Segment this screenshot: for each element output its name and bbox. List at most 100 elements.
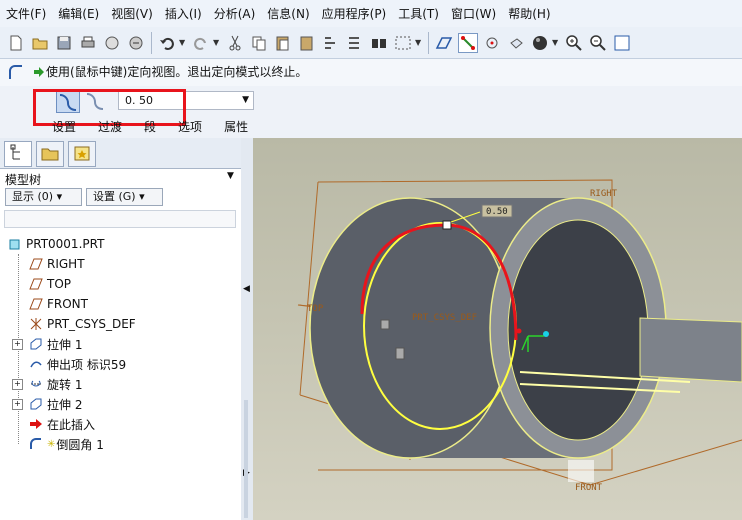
undo-dropdown-icon[interactable]: ▼ [179,38,187,47]
protrusion-icon [28,356,44,372]
tree-item-extrude-1[interactable]: 拉伸 1 [28,334,82,354]
undo-icon[interactable] [157,33,177,53]
paste-special-icon[interactable] [297,33,317,53]
main-toolbar: ▼ ▼ ▼ ▼ [0,27,742,59]
model-tree-title: 模型树 [5,173,42,187]
selection-dropdown-icon[interactable]: ▼ [415,38,423,47]
tree-item-insert-here[interactable]: 在此插入 [28,414,95,434]
datum-plane-icon [28,256,44,272]
refit-icon[interactable] [612,33,632,53]
menu-tools[interactable]: 工具(T) [392,5,445,22]
tree-item-csys[interactable]: PRT_CSYS_DEF [28,314,136,334]
menu-insert[interactable]: 插入(I) [159,5,208,22]
save-icon[interactable] [54,33,74,53]
tree-item-protrusion[interactable]: 伸出项 标识59 [28,354,126,374]
model-tree-tab[interactable] [4,141,32,167]
tree-icon [10,144,20,160]
collapse-left-icon[interactable]: ◀ [243,284,250,294]
menu-help[interactable]: 帮助(H) [502,5,556,22]
expand-icon[interactable]: + [12,379,23,390]
redo-icon[interactable] [191,33,211,53]
dashboard-tabs: 设置 过渡 段 选项 属性 [52,118,270,135]
shading-icon[interactable] [530,33,550,53]
menu-edit[interactable]: 编辑(E) [52,5,105,22]
round-icon [28,436,44,452]
toolbar-separator [428,31,429,54]
datum-label-right: RIGHT [590,189,618,199]
tree-item-round-1[interactable]: ✳ 倒圆角 1 [28,434,104,454]
extrude-icon [28,396,44,412]
expand-icon[interactable]: + [12,399,23,410]
tab-settings[interactable]: 设置 [52,118,76,135]
graphics-window[interactable]: 0.50 RIGHT TOP FRONT PRT_CSYS_DEF [253,138,742,520]
favorites-tab[interactable] [68,141,96,167]
folder-icon [41,148,59,161]
datum-plane-icon [28,296,44,312]
tree-item-label: 拉伸 2 [47,397,83,412]
tree-item-top[interactable]: TOP [28,274,71,294]
datum-label-top: TOP [307,304,324,314]
tree-item-extrude-2[interactable]: 拉伸 2 [28,394,82,414]
menu-file[interactable]: 文件(F) [0,5,52,22]
datum-plane-icon [28,276,44,292]
csys-icon [28,316,44,332]
tube-inner [507,219,649,441]
radius-dimension-label: 0.50 [486,207,508,217]
print-icon[interactable] [78,33,98,53]
tree-item-label: RIGHT [47,257,85,271]
paste-icon[interactable] [273,33,293,53]
find-icon[interactable] [369,33,389,53]
menu-window[interactable]: 窗口(W) [445,5,502,22]
csys-origin-marker [516,328,522,334]
regen-manager-icon[interactable] [345,33,365,53]
panel-splitter[interactable]: ◀ ▶ [241,138,253,520]
arrow-right-icon [34,67,44,77]
tree-item-label: 旋转 1 [47,377,83,392]
datum-axis-display-icon[interactable] [458,32,478,53]
menu-view[interactable]: 视图(V) [105,5,159,22]
tree-item-label: 在此插入 [47,417,96,432]
datum-point-display-icon[interactable] [482,33,502,53]
redo-dropdown-icon[interactable]: ▼ [213,38,221,47]
tree-item-front[interactable]: FRONT [28,294,88,314]
menu-info[interactable]: 信息(N) [261,5,315,22]
show-button[interactable]: 显示 (0) ▾ [5,188,82,206]
tree-item-right[interactable]: RIGHT [28,254,85,274]
tab-transitions[interactable]: 过渡 [98,118,122,135]
scrollbar-thumb[interactable] [244,400,248,518]
favorites-icon [74,146,90,161]
menu-analysis[interactable]: 分析(A) [208,5,262,22]
selection-box-icon[interactable] [393,33,413,53]
datum-label-front: FRONT [575,483,603,493]
tree-item-label: TOP [47,277,72,291]
shading-dropdown-icon[interactable]: ▼ [552,38,560,47]
new-feature-icon: ✳ [47,438,56,450]
side-pipe [639,317,742,383]
model-view[interactable]: 0.50 RIGHT TOP FRONT PRT_CSYS_DEF [253,138,742,520]
tab-options[interactable]: 选项 [178,118,202,135]
tab-properties[interactable]: 属性 [224,118,248,135]
tree-item-label: 倒圆角 1 [56,437,104,452]
email-icon[interactable] [126,33,146,53]
tree-item-revolve-1[interactable]: 旋转 1 [28,374,82,394]
copy-icon[interactable] [249,33,269,53]
folder-browser-tab[interactable] [36,141,64,167]
menu-applications[interactable]: 应用程序(P) [316,5,393,22]
zoom-in-icon[interactable] [564,33,584,53]
new-file-icon[interactable] [6,33,26,53]
datum-plane-display-icon[interactable] [434,33,454,53]
open-folder-icon[interactable] [30,33,50,53]
csys-display-icon[interactable] [506,33,526,53]
revolve-icon [28,376,44,392]
zoom-out-icon[interactable] [588,33,608,53]
chevron-down-icon[interactable]: ▼ [227,171,234,181]
settings-button[interactable]: 设置 (G) ▾ [86,188,163,206]
tree-item-part[interactable]: PRT0001.PRT [7,234,104,254]
send-mail-icon[interactable] [102,33,122,53]
cut-icon[interactable] [225,33,245,53]
radius-drag-handle[interactable] [442,220,452,230]
expand-icon[interactable]: + [12,339,23,350]
tab-segments[interactable]: 段 [144,118,156,135]
regenerate-icon[interactable] [321,33,341,53]
chevron-down-icon[interactable]: ▼ [242,92,249,109]
